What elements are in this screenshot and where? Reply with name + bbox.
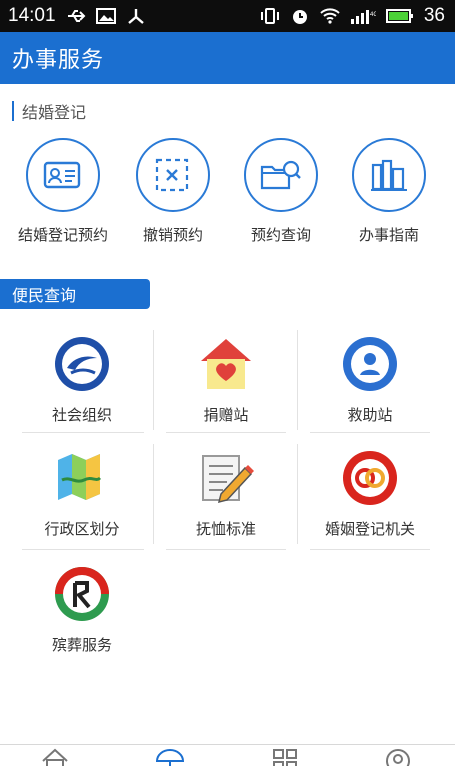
grid-item-donation-station[interactable]: 捐赠站	[166, 330, 286, 428]
grid-item-label: 抚恤标准	[195, 520, 256, 538]
appointment-query-button[interactable]: 预约查询	[226, 138, 336, 245]
section-accent-bar	[12, 101, 14, 121]
vibrate-icon	[260, 8, 279, 24]
grid-item-marriage-registry[interactable]: 婚姻登记机关	[310, 444, 430, 542]
map-icon	[52, 448, 112, 508]
id-card-icon	[26, 138, 100, 212]
grid-item-rescue-station[interactable]: 救助站	[310, 330, 430, 428]
alarm-icon	[292, 10, 307, 24]
divider	[153, 444, 154, 544]
signal-icon: 4G	[350, 10, 376, 24]
funeral-service-logo	[52, 564, 112, 624]
grid-item-label: 婚姻登记机关	[324, 520, 415, 538]
section-title-marriage: 结婚登记	[12, 100, 86, 122]
action-label: 办事指南	[358, 226, 419, 244]
grid-icon	[273, 749, 297, 766]
cancel-box-icon	[136, 138, 210, 212]
grid-item-pension-standard[interactable]: 抚恤标准	[166, 444, 286, 542]
battery-icon	[385, 9, 413, 23]
status-time: 14:01	[8, 5, 56, 26]
action-label: 预约查询	[250, 226, 311, 244]
nav-home[interactable]	[40, 747, 70, 766]
nav-services[interactable]	[155, 747, 185, 766]
status-signal-label: 36	[423, 5, 445, 26]
grid-item-social-organization[interactable]: 社会组织	[22, 330, 142, 428]
bottom-nav	[0, 744, 455, 766]
section-title-text: 结婚登记	[22, 103, 87, 122]
divider	[22, 432, 144, 433]
section-title-text: 便民查询	[12, 286, 77, 305]
divider	[310, 549, 430, 550]
marriage-appointment-button[interactable]: 结婚登记预约	[8, 138, 118, 245]
grid-item-label: 行政区划分	[44, 520, 120, 538]
rescue-station-logo	[340, 334, 400, 394]
profile-icon	[386, 749, 410, 766]
service-guide-button[interactable]: 办事指南	[334, 138, 444, 245]
grid-item-administrative-division[interactable]: 行政区划分	[22, 444, 142, 542]
books-icon	[352, 138, 426, 212]
divider	[310, 432, 430, 433]
marriage-actions: 结婚登记预约 撤销预约 预约查询 办事指南	[0, 138, 455, 248]
image-icon	[95, 8, 116, 24]
social-organization-logo	[52, 334, 112, 394]
usb-icon	[67, 10, 85, 22]
page-title: 办事服务	[12, 48, 105, 73]
divider	[297, 330, 298, 430]
umbrella-icon	[155, 749, 185, 766]
nav-profile[interactable]	[383, 747, 413, 766]
status-bar: 14:01 4G 36	[0, 0, 455, 32]
divider	[166, 549, 286, 550]
nav-apps[interactable]	[270, 747, 300, 766]
svg-text:4G: 4G	[370, 12, 376, 18]
grid-item-label: 救助站	[347, 406, 393, 424]
grid-item-label: 捐赠站	[203, 406, 249, 424]
cancel-appointment-button[interactable]: 撤销预约	[118, 138, 228, 245]
network-share-icon	[127, 9, 144, 24]
grid-item-label: 殡葬服务	[51, 636, 112, 654]
heart-house-icon	[196, 334, 256, 394]
action-label: 结婚登记预约	[17, 226, 108, 244]
notepad-pencil-icon	[196, 448, 256, 508]
divider	[297, 444, 298, 544]
action-label: 撤销预约	[142, 226, 203, 244]
section-title-public-query: 便民查询	[0, 279, 150, 309]
divider	[166, 432, 286, 433]
wifi-icon	[320, 8, 340, 24]
home-icon	[42, 748, 68, 766]
grid-item-funeral-service[interactable]: 殡葬服务	[22, 560, 142, 658]
app-header: 办事服务	[0, 32, 455, 84]
divider	[153, 330, 154, 430]
folder-search-icon	[244, 138, 318, 212]
divider	[22, 549, 144, 550]
marriage-registry-logo	[340, 448, 400, 508]
grid-item-label: 社会组织	[51, 406, 112, 424]
